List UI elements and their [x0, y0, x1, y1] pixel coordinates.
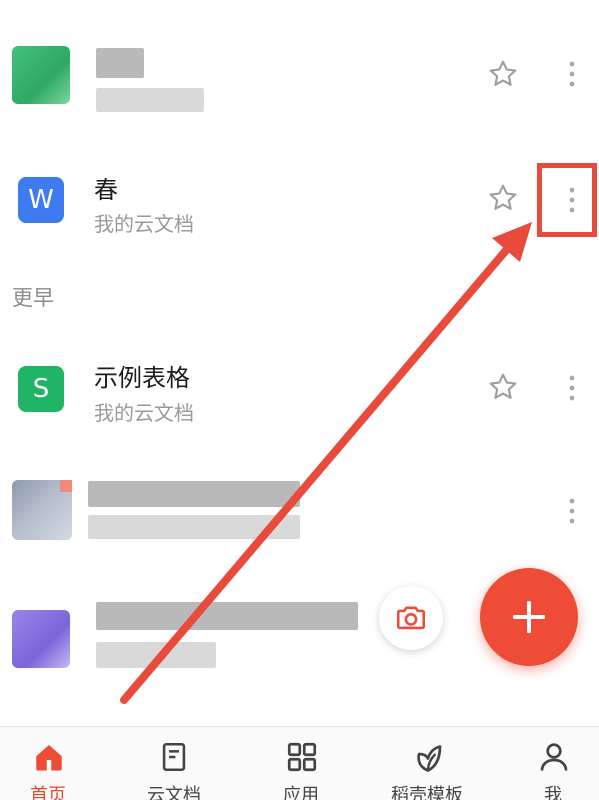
star-icon[interactable]: [487, 58, 519, 90]
nav-label-cloud-docs: 云文档: [147, 785, 201, 800]
star-icon[interactable]: [487, 182, 519, 214]
nav-label-apps: 应用: [283, 785, 319, 800]
file-row-3[interactable]: [0, 455, 599, 575]
word-doc-letter: W: [28, 185, 54, 215]
section-earlier-label: 更早: [12, 286, 54, 310]
spreadsheet-icon: S: [18, 366, 64, 412]
spreadsheet-letter: S: [32, 374, 50, 404]
word-doc-icon: W: [18, 177, 64, 223]
blurred-title: [88, 481, 300, 507]
file-location: 我的云文档: [94, 401, 194, 425]
blurred-title: [96, 48, 144, 78]
file-title: 春: [94, 176, 118, 204]
person-icon: [540, 743, 568, 771]
blurred-subtitle: [96, 642, 216, 668]
blurred-subtitle: [96, 88, 204, 112]
nav-label-home: 首页: [30, 785, 66, 800]
nav-label-me: 我: [544, 785, 562, 800]
file-row-0[interactable]: [0, 10, 599, 130]
star-icon[interactable]: [487, 371, 519, 403]
bottom-nav: 首页 云文档 应用 稻壳模板 我: [0, 726, 599, 800]
nav-item-templates[interactable]: 稻壳模板: [372, 727, 482, 800]
file-row-1[interactable]: W 春 我的云文档: [0, 140, 599, 260]
nav-label-templates: 稻壳模板: [391, 785, 463, 800]
home-icon: [36, 745, 62, 771]
plus-icon: [513, 601, 545, 633]
file-location: 我的云文档: [94, 212, 194, 236]
thumbnail-corner: [60, 480, 72, 492]
nav-item-apps[interactable]: 应用: [246, 727, 356, 800]
document-icon: [162, 742, 186, 772]
leaf-icon: [417, 745, 442, 772]
new-document-button[interactable]: [480, 568, 578, 666]
camera-icon: [396, 606, 426, 630]
camera-button[interactable]: [379, 586, 443, 650]
apps-grid-icon: [287, 742, 317, 772]
annotation-highlight-box: [537, 163, 597, 237]
more-options-icon[interactable]: [556, 368, 588, 408]
blurred-title: [96, 602, 358, 630]
more-options-icon[interactable]: [556, 491, 588, 531]
more-options-icon[interactable]: [556, 54, 588, 94]
nav-item-home[interactable]: 首页: [0, 727, 103, 800]
spreadsheet-thumbnail: [12, 46, 70, 104]
file-title: 示例表格: [94, 364, 190, 392]
nav-item-me[interactable]: 我: [498, 727, 599, 800]
file-row-2[interactable]: S 示例表格 我的云文档: [0, 330, 599, 450]
nav-item-cloud-docs[interactable]: 云文档: [119, 727, 229, 800]
document-thumbnail: [12, 610, 70, 668]
blurred-subtitle: [88, 515, 300, 539]
